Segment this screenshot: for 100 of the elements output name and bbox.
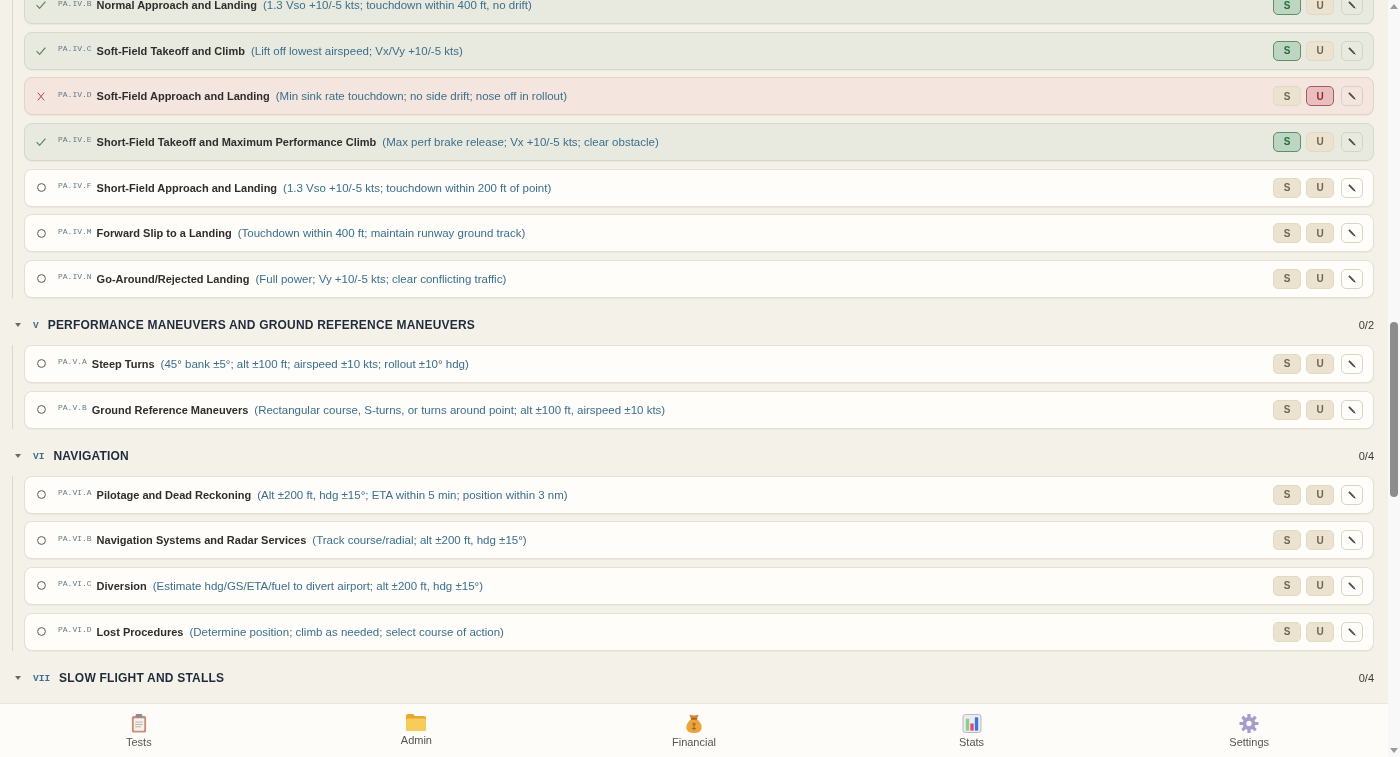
pencil-icon: [1348, 359, 1356, 368]
task-title: Forward Slip to a Landing: [96, 227, 232, 240]
edit-button[interactable]: [1341, 0, 1363, 15]
progress-count: 0/2: [1358, 319, 1374, 332]
nav-tab[interactable]: Settings: [1225, 704, 1274, 748]
pencil-icon: [1348, 92, 1356, 101]
scrollbar-thumb[interactable]: [1390, 322, 1398, 497]
unsatisfactory-button[interactable]: U: [1306, 484, 1334, 505]
unsatisfactory-button[interactable]: U: [1306, 40, 1334, 61]
caret-icon[interactable]: [15, 323, 21, 328]
nav-tab[interactable]: Financial: [667, 704, 720, 748]
edit-button[interactable]: [1341, 131, 1363, 152]
edit-button[interactable]: [1341, 40, 1363, 61]
satisfactory-button[interactable]: S: [1273, 484, 1301, 505]
unsatisfactory-button[interactable]: U: [1306, 621, 1334, 642]
edit-button[interactable]: [1341, 530, 1363, 551]
nav-tab[interactable]: Admin: [396, 704, 436, 748]
clipboard-icon: [130, 714, 147, 733]
unsatisfactory-button[interactable]: U: [1306, 530, 1334, 551]
task-code: PA.IV.F: [58, 181, 92, 191]
settings-icon: [1239, 714, 1260, 733]
circle-icon: [36, 535, 46, 545]
caret-icon[interactable]: [15, 676, 21, 681]
task-standards: (Full power; Vy +10/-5 kts; clear conflicting traffic): [255, 272, 507, 285]
task-code: PA.IV.E: [58, 135, 92, 145]
unsatisfactory-button[interactable]: U: [1306, 575, 1334, 596]
satisfactory-button[interactable]: S: [1273, 177, 1301, 198]
edit-button[interactable]: [1341, 575, 1363, 596]
edit-button[interactable]: [1341, 223, 1363, 244]
satisfactory-button[interactable]: S: [1273, 40, 1301, 61]
unsatisfactory-button[interactable]: U: [1306, 0, 1334, 15]
task-title: Steep Turns: [91, 357, 155, 370]
satisfactory-button[interactable]: S: [1273, 575, 1301, 596]
circle-icon: [36, 274, 46, 284]
pencil-icon: [1348, 274, 1356, 283]
pencil-icon: [1348, 183, 1356, 192]
edit-button[interactable]: [1341, 399, 1363, 420]
pencil-icon: [1348, 229, 1356, 238]
scroll-up-arrow-icon[interactable]: [1390, 4, 1398, 9]
satisfactory-button[interactable]: S: [1273, 131, 1301, 152]
edit-button[interactable]: [1341, 621, 1363, 642]
section-title: SLOW FLIGHT AND STALLS: [59, 671, 225, 686]
section-title: NAVIGATION: [53, 449, 129, 464]
section-title: PERFORMANCE MANEUVERS AND GROUND REFERENCE MANEUVERS: [47, 318, 476, 333]
task-title: Lost Procedures: [96, 625, 184, 638]
unsatisfactory-button[interactable]: U: [1306, 177, 1334, 198]
pencil-icon: [1348, 627, 1356, 636]
task-standards: (1.3 Vso +10/-5 kts; touchdown within 400 ft, no drift): [262, 0, 532, 11]
nav-tab[interactable]: Tests: [121, 704, 156, 748]
circle-icon: [36, 490, 46, 500]
unsatisfactory-button[interactable]: U: [1306, 268, 1334, 289]
task-standards: (Determine position; climb as needed; select course of action): [189, 625, 504, 638]
satisfactory-button[interactable]: S: [1273, 353, 1301, 374]
pencil-icon: [1348, 46, 1356, 55]
edit-button[interactable]: [1341, 177, 1363, 198]
edit-button[interactable]: [1341, 353, 1363, 374]
progress-count: 0/4: [1358, 450, 1374, 463]
pencil-icon: [1348, 405, 1356, 414]
scroll-down-arrow-icon[interactable]: [1390, 748, 1398, 753]
unsatisfactory-button[interactable]: U: [1306, 131, 1334, 152]
task-code: PA.V.B: [58, 403, 87, 413]
unsatisfactory-button[interactable]: U: [1306, 86, 1334, 107]
circle-icon: [36, 581, 46, 591]
satisfactory-button[interactable]: S: [1273, 0, 1301, 15]
pencil-icon: [1348, 581, 1356, 590]
satisfactory-button[interactable]: S: [1273, 530, 1301, 551]
unsatisfactory-button[interactable]: U: [1306, 223, 1334, 244]
edit-button[interactable]: [1341, 484, 1363, 505]
pencil-icon: [1348, 137, 1356, 146]
task-code: PA.VI.C: [58, 579, 92, 589]
edit-button[interactable]: [1341, 268, 1363, 289]
task-code: PA.VI.B: [58, 533, 92, 543]
folder-icon: [406, 714, 427, 731]
nav-tab[interactable]: Stats: [955, 704, 989, 748]
caret-icon[interactable]: [15, 454, 21, 459]
satisfactory-button[interactable]: S: [1273, 399, 1301, 420]
satisfactory-button[interactable]: S: [1273, 86, 1301, 107]
task-standards: (Track course/radial; alt ±200 ft, hdg ±15°): [312, 534, 527, 547]
unsatisfactory-button[interactable]: U: [1306, 399, 1334, 420]
progress-count: 0/4: [1358, 672, 1374, 685]
task-title: Short-Field Approach and Landing: [96, 181, 278, 194]
task-standards: (Lift off lowest airspeed; Vx/Vy +10/-5 kts): [250, 44, 463, 57]
unsatisfactory-button[interactable]: U: [1306, 353, 1334, 374]
task-code: PA.IV.D: [58, 89, 92, 99]
task-code: PA.VI.D: [58, 625, 92, 635]
satisfactory-button[interactable]: S: [1273, 223, 1301, 244]
satisfactory-button[interactable]: S: [1273, 621, 1301, 642]
bar-chart-icon: [961, 714, 982, 733]
pencil-icon: [1348, 536, 1356, 545]
circle-icon: [36, 405, 46, 415]
check-icon: [36, 46, 46, 55]
edit-button[interactable]: [1341, 86, 1363, 107]
task-code: PA.VI.A: [58, 488, 92, 498]
satisfactory-button[interactable]: S: [1273, 268, 1301, 289]
task-title: Ground Reference Maneuvers: [91, 403, 249, 416]
task-title: Soft-Field Approach and Landing: [96, 90, 270, 103]
task-standards: (Max perf brake release; Vx +10/-5 kts; clear obstacle): [382, 135, 659, 148]
task-standards: (1.3 Vso +10/-5 kts; touchdown within 200 ft of point): [283, 181, 552, 194]
area-numeral: VII: [33, 672, 51, 684]
task-title: Normal Approach and Landing: [96, 0, 257, 11]
